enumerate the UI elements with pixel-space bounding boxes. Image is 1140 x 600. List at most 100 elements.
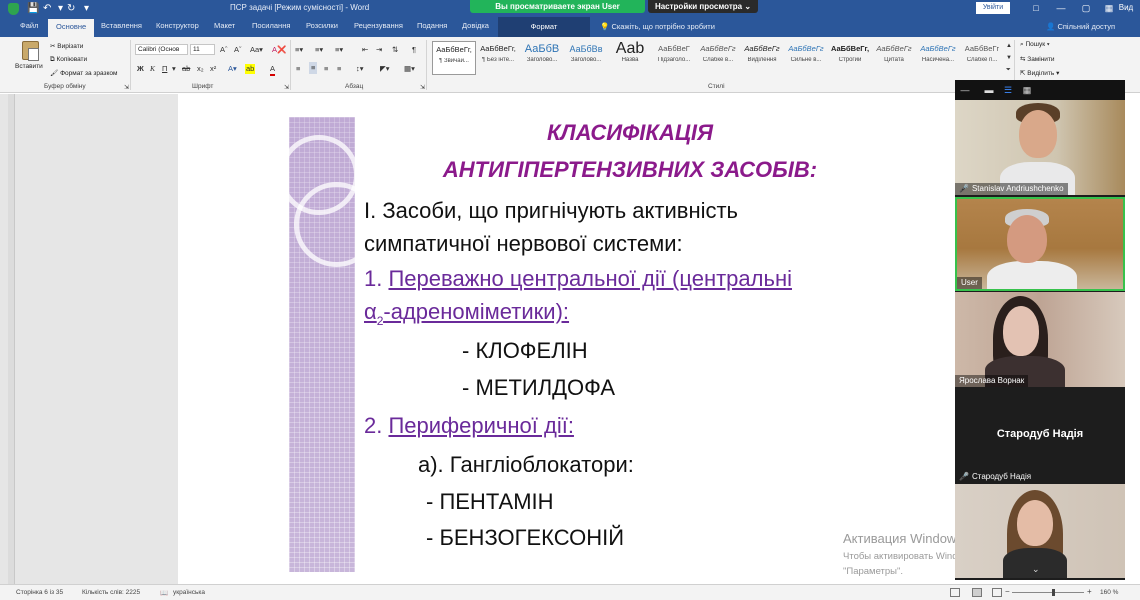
align-center-icon[interactable]: ≡ — [309, 62, 318, 74]
decrease-indent-icon[interactable]: ⇤ — [362, 45, 368, 55]
minimize-strip-icon[interactable]: — — [960, 85, 970, 95]
font-name-combo[interactable]: Calibri (Основ — [135, 44, 188, 55]
share-button[interactable]: 👤 Спільний доступ — [1046, 22, 1115, 31]
show-marks-icon[interactable]: ¶ — [412, 45, 416, 55]
justify-icon[interactable]: ≡ — [337, 64, 341, 74]
tab-format[interactable]: Формат — [498, 17, 590, 37]
tab-view[interactable]: Подання — [417, 21, 447, 30]
tab-insert[interactable]: Вставлення — [101, 21, 142, 30]
strip-view-icon[interactable]: ▬ — [984, 85, 994, 95]
style-tile[interactable]: АаБбВеГ Підзаголо... — [652, 41, 696, 75]
clear-formatting-icon[interactable]: A❌ — [272, 45, 286, 55]
video-tile[interactable]: Ярослава Ворнак — [955, 292, 1125, 387]
paste-button[interactable]: Вставити — [15, 63, 43, 70]
shrink-font-icon[interactable]: Aˇ — [234, 45, 242, 55]
numbering-icon[interactable]: ≡▾ — [315, 45, 323, 55]
copy-button[interactable]: ⧉ Копіювати — [50, 56, 87, 64]
style-tile[interactable]: АаБбВеГг Цитата — [872, 41, 916, 75]
zoom-out-icon[interactable]: − — [1005, 587, 1010, 596]
multilevel-list-icon[interactable]: ≡▾ — [335, 45, 343, 55]
underline-dropdown-icon[interactable]: ▾ — [172, 64, 176, 74]
increase-indent-icon[interactable]: ⇥ — [376, 45, 382, 55]
borders-icon[interactable]: ▦▾ — [404, 64, 415, 74]
video-tile-active-speaker[interactable]: User — [955, 197, 1125, 291]
video-tile[interactable] — [955, 484, 1125, 578]
align-right-icon[interactable]: ≡ — [324, 64, 328, 74]
tab-layout[interactable]: Макет — [214, 21, 235, 30]
style-tile[interactable]: АаБбВеГг, ¶ Звичай... — [432, 41, 476, 75]
highlight-icon[interactable]: ab — [245, 64, 256, 74]
ribbon-display-icon[interactable]: □ — [1025, 1, 1047, 15]
bold-icon[interactable]: Ж — [137, 64, 144, 74]
gallery-scroll-up-icon[interactable]: ▲ — [1006, 41, 1012, 51]
text-effects-icon[interactable]: A▾ — [228, 64, 237, 74]
style-tile[interactable]: АаБбВеГг Сильне в... — [784, 41, 828, 75]
cut-button[interactable]: ✂ Вирізати — [50, 42, 83, 50]
style-tile[interactable]: Aab Назва — [608, 41, 652, 75]
line-spacing-icon[interactable]: ↕▾ — [356, 64, 364, 74]
format-painter-button[interactable]: 🖌 Формат за зразком — [50, 69, 118, 77]
tab-home[interactable]: Основне — [48, 19, 95, 37]
tell-me-search[interactable]: 💡 Скажіть, що потрібно зробити — [600, 22, 715, 31]
find-button[interactable]: ⌕ Пошук ▾ — [1020, 41, 1050, 49]
tab-help[interactable]: Довідка — [462, 21, 489, 30]
paragraph-launcher-icon[interactable]: ⇲ — [420, 83, 425, 93]
underline-icon[interactable]: П — [162, 64, 167, 74]
style-tile[interactable]: АаБбВеГг Слабке п... — [960, 41, 1004, 75]
style-tile[interactable]: АаБбВеГг, ¶ Без інте... — [476, 41, 520, 75]
italic-icon[interactable]: К — [150, 64, 155, 74]
gallery-view-icon[interactable]: ▦ — [1022, 85, 1032, 95]
superscript-icon[interactable]: x² — [210, 64, 216, 74]
font-color-icon[interactable]: A — [270, 64, 276, 76]
read-mode-icon[interactable] — [950, 588, 960, 597]
bullets-icon[interactable]: ≡▾ — [295, 45, 303, 55]
web-layout-icon[interactable] — [992, 588, 1002, 597]
sort-icon[interactable]: ⇅ — [392, 45, 398, 55]
proofing-icon[interactable]: 📖 — [160, 589, 168, 597]
gallery-scroll-down-icon[interactable]: ▼ — [1006, 53, 1012, 63]
video-tile[interactable]: 🎤 Stanislav Andriushchenko — [955, 100, 1125, 195]
maximize-icon[interactable]: ▢ — [1075, 1, 1097, 15]
zoom-in-icon[interactable]: + — [1087, 587, 1092, 596]
view-settings-button[interactable]: Настройки просмотра ⌄ — [648, 0, 758, 13]
gallery-more-icon[interactable]: ⏷ — [1006, 65, 1011, 75]
subscript-icon[interactable]: x₂ — [197, 64, 204, 74]
tab-file[interactable]: Файл — [20, 21, 38, 30]
style-tile[interactable]: АаБбВеГг Насичена... — [916, 41, 960, 75]
style-tile[interactable]: АаБбВ Заголово... — [520, 41, 564, 75]
customize-qat-icon[interactable]: ▾ — [84, 2, 89, 15]
tab-mailings[interactable]: Розсилки — [306, 21, 338, 30]
replace-button[interactable]: ⇆ Замінити — [1020, 55, 1055, 63]
grow-font-icon[interactable]: Aˆ — [220, 45, 228, 55]
undo-icon[interactable]: ↶ — [43, 2, 51, 15]
select-button[interactable]: ⇱ Виділить ▾ — [1020, 69, 1059, 77]
tab-review[interactable]: Рецензування — [354, 21, 403, 30]
word-count[interactable]: Кількість слів: 2225 — [82, 589, 140, 596]
minimize-icon[interactable]: — — [1050, 1, 1072, 15]
style-tile[interactable]: АаБбВеГг Виділення — [740, 41, 784, 75]
strikethrough-icon[interactable]: ab — [182, 64, 190, 74]
shading-icon[interactable]: ◤▾ — [380, 64, 390, 74]
view-menu-label[interactable]: Вид — [1112, 1, 1140, 15]
zoom-slider[interactable] — [1012, 589, 1084, 596]
paste-icon[interactable] — [22, 41, 39, 61]
style-tile[interactable]: АаБбВеГг Слабке в... — [696, 41, 740, 75]
clipboard-launcher-icon[interactable]: ⇲ — [124, 83, 129, 93]
style-tile[interactable]: АаБбВв Заголово... — [564, 41, 608, 75]
font-size-combo[interactable]: 11 — [190, 44, 215, 55]
print-layout-icon[interactable] — [972, 588, 982, 597]
tab-design[interactable]: Конструктор — [156, 21, 199, 30]
style-tile[interactable]: АаБбВеГг, Строгий — [828, 41, 872, 75]
tab-references[interactable]: Посилання — [252, 21, 290, 30]
sign-in-button[interactable]: Увійти — [976, 2, 1010, 14]
page-counter[interactable]: Сторінка 6 із 35 — [16, 589, 63, 596]
redo-icon[interactable]: ↻ — [67, 2, 75, 15]
font-launcher-icon[interactable]: ⇲ — [284, 83, 289, 93]
zoom-level[interactable]: 160 % — [1100, 589, 1118, 596]
save-icon[interactable]: 💾 — [27, 2, 39, 15]
align-left-icon[interactable]: ≡ — [296, 64, 300, 74]
language-indicator[interactable]: українська — [173, 589, 205, 596]
scroll-down-chevron-icon[interactable]: ⌄ — [1032, 564, 1040, 575]
speaker-view-icon[interactable]: ☰ — [1003, 85, 1013, 95]
undo-dropdown-icon[interactable]: ▾ — [58, 2, 63, 15]
